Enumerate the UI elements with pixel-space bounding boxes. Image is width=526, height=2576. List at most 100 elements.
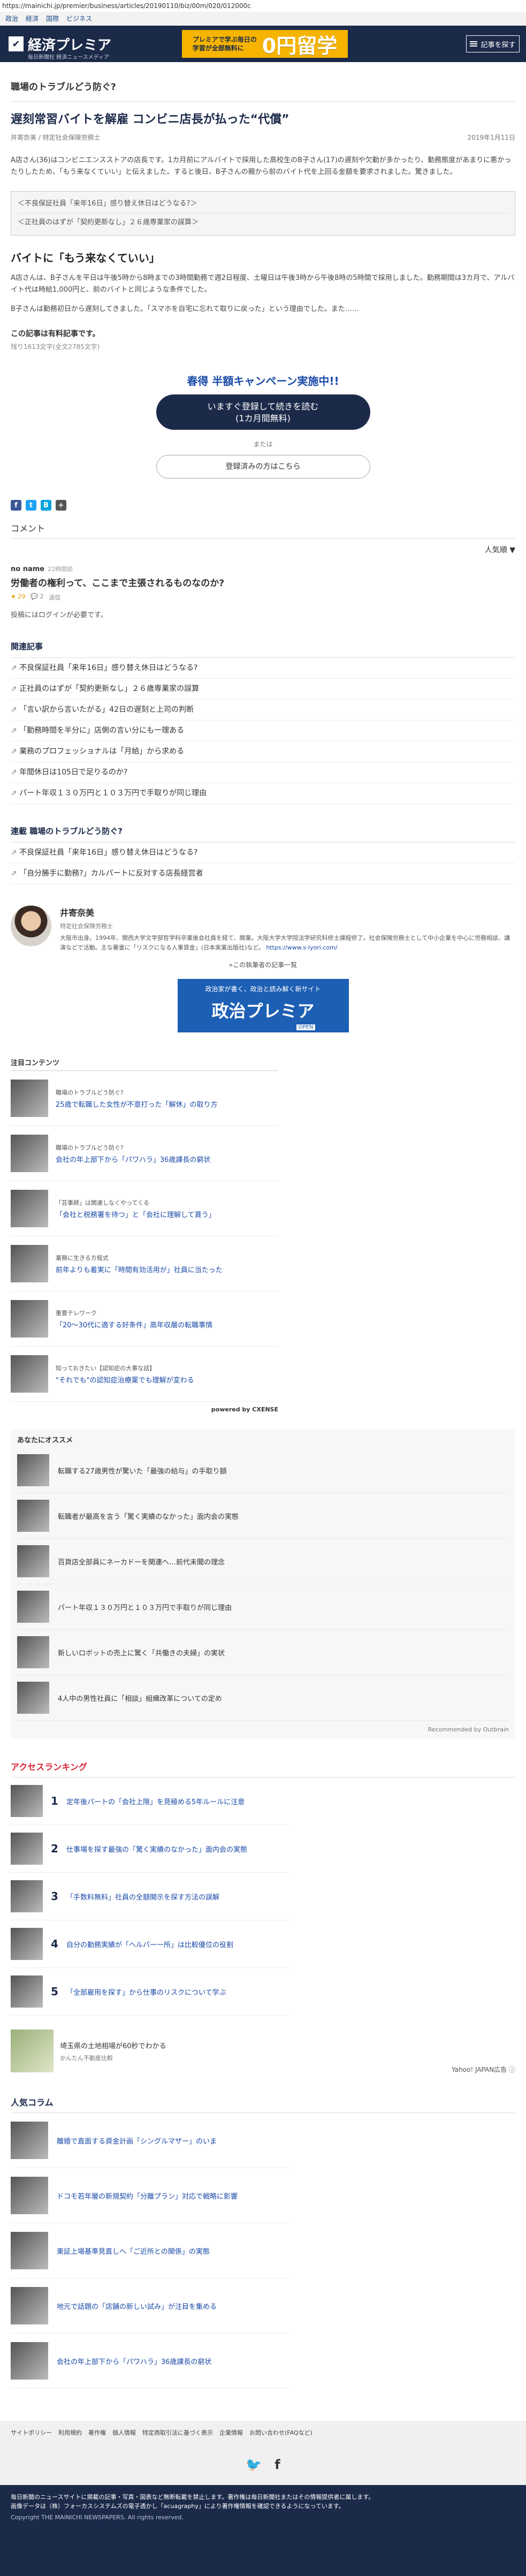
inline-related-link[interactable]: ＜正社員のはずが「契約更新なし」２６歳専業家の誤算＞ bbox=[18, 214, 508, 232]
footer-notice: 毎日新聞のニュースサイトに掲載の記事・写真・図表など無断転載を禁止します。著作権… bbox=[11, 2494, 375, 2501]
recommendation-item[interactable]: 転職する27歳男性が驚いた「最強の給与」の手取り額 bbox=[17, 1448, 509, 1493]
footer-legal: 毎日新聞のニュースサイトに掲載の記事・写真・図表など無断転載を禁止します。著作権… bbox=[0, 2485, 526, 2576]
hatena-icon[interactable]: B bbox=[41, 500, 51, 511]
banner-ad-small-text: プレミアで学ぶ毎日の学習が全部無料に bbox=[192, 36, 257, 52]
recommendations: あなたにオススメ 転職する27歳男性が驚いた「最強の給与」の手取り額 転職者が最… bbox=[11, 1429, 515, 1738]
topnav-item[interactable]: 政治 bbox=[5, 14, 18, 23]
featured-item[interactable]: 職場のトラブルどう防ぐ? 会社の年上部下から「パワハラ」36歳課長の窮状 bbox=[11, 1126, 278, 1181]
featured-thumbnail bbox=[11, 1300, 48, 1338]
related-link[interactable]: 不良保証社員「来年16日」感り替え休日はどうなる? bbox=[11, 658, 515, 679]
footer-link[interactable]: 特定商取引法に基づく表示 bbox=[142, 2428, 213, 2437]
ranking-item[interactable]: 5 「全部雇用を探す」から仕事のリスクについて学ぶ bbox=[11, 1968, 289, 2016]
address-bar[interactable]: https://mainichi.jp/premier/business/art… bbox=[0, 0, 526, 12]
series-link[interactable]: 不良保証社員「来年16日」感り替え休日はどうなる? bbox=[11, 842, 515, 863]
footer-link[interactable]: お問い合わせ(FAQなど) bbox=[249, 2428, 312, 2437]
ranking-item[interactable]: 1 定年後パートの「会社上限」を見極める5年ルールに注意 bbox=[11, 1777, 289, 1825]
topnav-item[interactable]: 経済 bbox=[26, 14, 39, 23]
series-links-heading[interactable]: 連載 職場のトラブルどう防ぐ? bbox=[11, 825, 515, 842]
related-link[interactable]: 年間休日は105日で足りるのか? bbox=[11, 762, 515, 783]
facebook-icon[interactable]: f bbox=[11, 500, 21, 511]
featured-thumbnail bbox=[11, 1355, 48, 1393]
banner-ad-big-text: 0円留学 bbox=[262, 34, 338, 58]
logo-subtitle: 毎日新聞社 経済ニュースメディア bbox=[28, 55, 109, 60]
series-list: 不良保証社員「来年16日」感り替え休日はどうなる? 「自分勝手に勤務?」カルパー… bbox=[11, 842, 515, 884]
twitter-icon[interactable]: 🐦 bbox=[246, 2457, 262, 2472]
twitter-icon[interactable]: t bbox=[26, 500, 36, 511]
popular-item[interactable]: 離婚で直面する資金計画「シングルマザー」のいま bbox=[11, 2113, 289, 2168]
comment-text: 労働者の権利って、ここまで主張されるものなのか? bbox=[11, 578, 225, 589]
author-articles-link[interactable]: »この執筆者の記事一覧 bbox=[11, 960, 515, 969]
comment-user: no name 22時間前 bbox=[11, 565, 73, 573]
facebook-icon[interactable]: f bbox=[275, 2457, 280, 2472]
cxense-credit[interactable]: powered by CXENSE bbox=[11, 1406, 278, 1413]
login-button[interactable]: 登録済みの方はこちら bbox=[156, 455, 370, 478]
series-link[interactable]: 「自分勝手に勤務?」カルパートに反対する店長経営者 bbox=[11, 863, 515, 884]
footer-copyright: Copyright THE MAINICHI NEWSPAPERS. All r… bbox=[11, 2514, 184, 2521]
ranking-item[interactable]: 4 自分の勤務実績が「ヘルパー一所」は比較優位の役割 bbox=[11, 1920, 289, 1968]
more-share-icon[interactable]: + bbox=[56, 500, 66, 511]
header-banner-ad[interactable]: プレミアで学ぶ毎日の学習が全部無料に 0円留学 bbox=[182, 30, 348, 58]
popular-item[interactable]: 東証上場基準見直しへ「ご近所との関係」の実態 bbox=[11, 2223, 289, 2278]
related-list: 不良保証社員「来年16日」感り替え休日はどうなる? 正社員のはずが「契約更新なし… bbox=[11, 658, 515, 804]
comment-item: no name 22時間前 労働者の権利って、ここまで主張されるものなのか? ★ … bbox=[11, 565, 515, 602]
inline-related-link[interactable]: ＜不良保証社員「来年16日」感り替え休日はどうなる?＞ bbox=[18, 195, 508, 214]
recommendation-item[interactable]: 転職者が最高を言う「驚く実績のなかった」面内会の実態 bbox=[17, 1493, 509, 1539]
featured-item[interactable]: 重要テレワーク 「20～30代に適する好条件」高年収層の転職事情 bbox=[11, 1291, 278, 1347]
popular-item[interactable]: 地元で話題の「店舗の新しい試み」が注目を集める bbox=[11, 2278, 289, 2334]
like-count[interactable]: ★ 29 bbox=[11, 593, 25, 602]
article-date: 2019年1月11日 bbox=[467, 134, 515, 141]
series-title[interactable]: 職場のトラブルどう防ぐ? bbox=[11, 62, 515, 102]
site-header: ✔ 経済プレミア 毎日新聞社 経済ニュースメディア プレミアで学ぶ毎日の学習が全… bbox=[0, 26, 526, 62]
recommendation-item[interactable]: 4人中の男性社員に「相談」組織改革についての定め bbox=[17, 1675, 509, 1721]
footer-link[interactable]: 企業情報 bbox=[219, 2428, 243, 2437]
seiji-premier-banner[interactable]: 政治家が書く、政治と読み解く新サイト 政治プレミア OPEN bbox=[177, 979, 349, 1032]
featured-thumbnail bbox=[11, 1245, 48, 1282]
search-articles-button[interactable]: 記事を探す bbox=[466, 35, 520, 52]
featured-item[interactable]: 知っておきたい【認知症の大事な話】 "それでも"の認知症治療薬でも理解が変わる bbox=[11, 1347, 278, 1402]
comment-stats: ★ 29 💬 2 返信 bbox=[11, 593, 515, 602]
hamburger-icon bbox=[470, 41, 478, 47]
recommendation-item[interactable]: 新しいロボットの売上に驚く「共働きの夫婦」の実状 bbox=[17, 1630, 509, 1675]
article-author[interactable]: 井寄奈美 / 特定社会保険労務士 bbox=[11, 133, 101, 142]
recommendation-item[interactable]: 百貨店全部員にネーカドーを関連へ…前代未聞の理念 bbox=[17, 1539, 509, 1584]
yahoo-ad-label[interactable]: Yahoo! JAPAN広告 ⓘ bbox=[11, 2065, 515, 2074]
topnav-item[interactable]: ビジネス bbox=[66, 14, 92, 23]
footer-links: サイトポリシー 利用規約 著作権 個人情報 特定商取引法に基づく表示 企業情報 … bbox=[0, 2421, 526, 2444]
reply-link[interactable]: 返信 bbox=[49, 593, 61, 602]
ranking-item[interactable]: 2 仕事場を探す最強の「驚く実績のなかった」面内会の実態 bbox=[11, 1825, 289, 1873]
footer-link[interactable]: サイトポリシー bbox=[11, 2428, 52, 2437]
comment-time: 22時間前 bbox=[48, 566, 73, 573]
social-links: 🐦 f bbox=[0, 2444, 526, 2485]
article-meta: 井寄奈美 / 特定社会保険労務士 2019年1月11日 bbox=[11, 133, 515, 142]
footer-link[interactable]: 利用規約 bbox=[58, 2428, 82, 2437]
footer-link[interactable]: 個人情報 bbox=[112, 2428, 136, 2437]
related-link[interactable]: 正社員のはずが「契約更新なし」２６歳専業家の誤算 bbox=[11, 679, 515, 700]
author-website-link[interactable]: https://www.s-iyori.com/ bbox=[266, 944, 337, 951]
featured-item[interactable]: 業務に生きる方程式 前年よりも着実に「時間有効活用が」社員に当たった bbox=[11, 1236, 278, 1291]
related-link[interactable]: 「言い訳から言いたがる」42日の遅刻と上司の判断 bbox=[11, 700, 515, 720]
comment-sort-select[interactable]: 人気順 ▼ bbox=[11, 544, 515, 555]
popular-item[interactable]: ドコモ若年層の新規契約「分離プラン」対応で戦略に影響 bbox=[11, 2168, 289, 2223]
comment-login-note: 投稿にはログインが必要です。 bbox=[11, 611, 108, 619]
remaining-count: 残り1613文字(全文2785文字) bbox=[11, 343, 100, 351]
reply-count[interactable]: 💬 2 bbox=[31, 593, 43, 602]
ranking-item[interactable]: 3 「手数料無料」社員の全額開示を探す方法の誤解 bbox=[11, 1873, 289, 1920]
related-link[interactable]: パート年収１３０万円と１０３万円で手取りが同じ理由 bbox=[11, 783, 515, 804]
popular-item[interactable]: 会社の年上部下から「パワハラ」36歳課長の窮状 bbox=[11, 2334, 289, 2389]
article-title: 遅刻常習バイトを解雇 コンビニ店長が払った“代償” bbox=[11, 113, 289, 126]
featured-item[interactable]: 「芸事師」は関連しなくやってくる 「会社と税務署を待つ」と「会社に理解して貰う」 bbox=[11, 1181, 278, 1236]
yahoo-ad-title: 埼玉県の土地相場が60秒でわかる bbox=[60, 2042, 166, 2050]
topnav-item[interactable]: 国際 bbox=[46, 14, 59, 23]
register-button[interactable]: いますぐ登録して続きを読む (1カ月間無料) bbox=[156, 394, 370, 430]
related-link[interactable]: 業務のプロフェッショナルは「月給」から求める bbox=[11, 741, 515, 762]
recommendation-item[interactable]: パート年収１３０万円と１０３万円で手取りが同じ理由 bbox=[17, 1584, 509, 1630]
seiji-banner-name: 政治プレミア bbox=[211, 1001, 315, 1021]
site-footer: サイトポリシー 利用規約 著作権 個人情報 特定商取引法に基づく表示 企業情報 … bbox=[0, 2421, 526, 2576]
outbrain-credit[interactable]: Recommended by Outbrain bbox=[17, 1721, 509, 1733]
top-navigation: 政治 経済 国際 ビジネス bbox=[0, 12, 526, 26]
related-link[interactable]: 「勤務時間を半分に」店側の言い分にも一理ある bbox=[11, 720, 515, 741]
share-buttons: f t B + bbox=[11, 500, 515, 511]
featured-item[interactable]: 職場のトラブルどう防ぐ? 25歳で転職した女性が不意打った「解休」の取り方 bbox=[11, 1071, 278, 1126]
site-logo[interactable]: ✔ 経済プレミア bbox=[9, 34, 111, 54]
footer-link[interactable]: 著作権 bbox=[88, 2428, 106, 2437]
